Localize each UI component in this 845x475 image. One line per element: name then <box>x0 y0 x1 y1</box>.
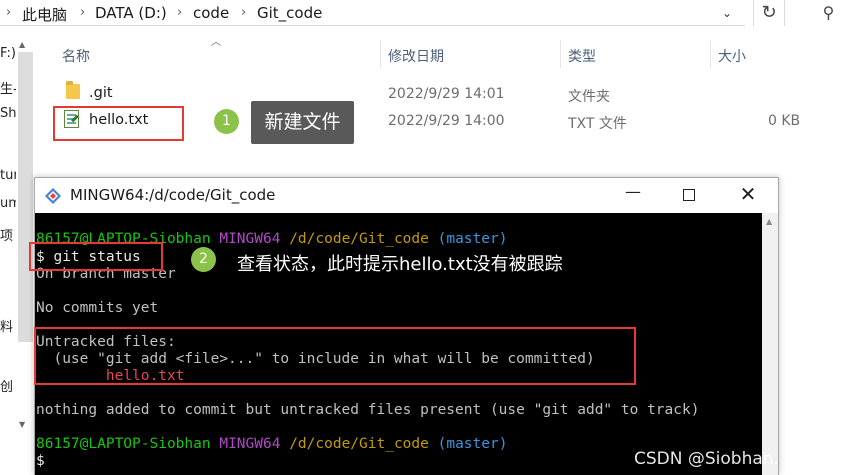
terminal-window: MINGW64:/d/code/Git_code — ✕ 86157@LAPTO… <box>34 177 779 475</box>
nav-fragment[interactable]: um <box>0 196 16 211</box>
prompt-line: 86157@LAPTOP-Siobhan MINGW64 /d/code/Git… <box>36 436 507 452</box>
file-modified: 2022/9/29 14:01 <box>388 86 505 102</box>
watermark: CSDN @Siobhan. 明鑫 <box>634 449 819 469</box>
breadcrumb-data-drive[interactable]: DATA (D:) <box>95 4 167 22</box>
final-prompt: $ <box>36 453 45 469</box>
nav-fragment[interactable]: Sh <box>0 106 16 121</box>
column-header-modified[interactable]: 修改日期 <box>388 46 444 66</box>
nav-fragment[interactable]: 料 <box>0 316 13 335</box>
chevron-right-icon: › <box>177 5 183 20</box>
column-header-type[interactable]: 类型 <box>568 46 596 66</box>
breadcrumb-code[interactable]: code <box>193 4 229 22</box>
breadcrumb-this-pc[interactable]: 此电脑 <box>22 4 67 25</box>
output-line: No commits yet <box>36 300 159 316</box>
file-type: TXT 文件 <box>568 116 627 132</box>
nav-fragment[interactable]: 创 <box>0 376 13 395</box>
chevron-right-icon: › <box>241 5 247 20</box>
prompt-branch: (master) <box>437 436 508 452</box>
minimize-icon[interactable]: — <box>623 182 643 201</box>
column-header-size[interactable]: 大小 <box>718 46 746 66</box>
chevron-right-icon: › <box>80 5 86 20</box>
sort-ascending-icon: ︿ <box>211 37 221 48</box>
step-badge: 1 <box>214 109 239 134</box>
prompt-env: MINGW64 <box>219 436 281 452</box>
file-modified: 2022/9/29 14:00 <box>388 113 505 129</box>
column-divider[interactable] <box>560 40 561 68</box>
nav-fragment[interactable]: tur <box>0 168 16 183</box>
column-divider[interactable] <box>380 40 381 68</box>
prompt-path: /d/code/Git_code <box>289 231 429 247</box>
terminal-title: MINGW64:/d/code/Git_code <box>70 186 276 204</box>
prompt-branch: (master) <box>437 231 508 247</box>
nav-fragment[interactable]: 生- <box>0 78 16 97</box>
scroll-down-icon[interactable]: ▼ <box>19 420 25 429</box>
close-icon[interactable]: ✕ <box>738 182 758 206</box>
terminal-scrollbar[interactable]: ▲ <box>762 213 778 475</box>
file-name[interactable]: .git <box>89 85 113 101</box>
search-icon[interactable]: ⚲ <box>812 0 845 26</box>
nav-fragment[interactable]: F:) <box>0 46 16 61</box>
address-bar: › 此电脑 › DATA (D:) › code › Git_code ⌄ ↻ … <box>0 0 845 26</box>
breadcrumb-git-code[interactable]: Git_code <box>257 4 322 22</box>
highlight-box <box>53 106 184 141</box>
nav-scrollbar-thumb[interactable] <box>18 52 33 342</box>
chevron-right-icon: › <box>6 5 12 20</box>
file-type: 文件夹 <box>568 89 610 105</box>
terminal-title-bar[interactable]: MINGW64:/d/code/Git_code — ✕ <box>35 178 778 213</box>
annotation-label: 查看状态，此时提示hello.txt没有被跟踪 <box>237 254 563 275</box>
output-line: nothing added to commit but untracked fi… <box>36 402 700 418</box>
column-divider[interactable] <box>710 40 711 68</box>
mingw-logo-icon <box>45 188 61 204</box>
navigation-pane: F:) 生- Sh tur um 项 料 创 <box>0 26 16 475</box>
file-size: 0 KB <box>768 113 801 129</box>
breadcrumb[interactable]: › 此电脑 › DATA (D:) › code › Git_code ⌄ <box>0 0 745 26</box>
step-badge: 2 <box>191 247 216 272</box>
refresh-icon[interactable]: ↻ <box>753 0 785 26</box>
callout-label: 新建文件 <box>251 101 354 144</box>
highlight-box <box>34 327 636 385</box>
prompt-env: MINGW64 <box>219 231 281 247</box>
nav-fragment[interactable]: 项 <box>0 225 13 244</box>
prompt-path: /d/code/Git_code <box>289 436 429 452</box>
chevron-down-icon[interactable]: ⌄ <box>712 3 742 23</box>
prompt-user: 86157@LAPTOP-Siobhan <box>36 436 211 452</box>
scroll-up-icon[interactable]: ▲ <box>19 40 25 49</box>
highlight-box <box>29 242 163 271</box>
maximize-icon[interactable] <box>683 189 695 201</box>
folder-icon <box>66 81 80 99</box>
column-header-name[interactable]: 名称 <box>62 46 90 66</box>
scroll-up-icon[interactable]: ▲ <box>766 217 772 226</box>
